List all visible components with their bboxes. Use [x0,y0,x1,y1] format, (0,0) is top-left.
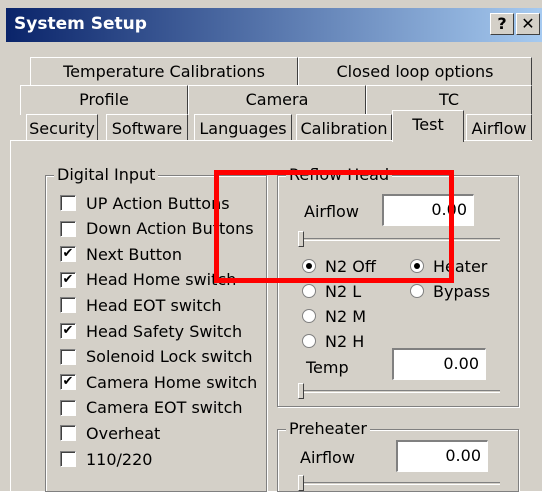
checkbox[interactable] [60,195,76,211]
radio-button[interactable] [302,309,316,323]
checkbox-label: Solenoid Lock switch [86,347,253,367]
radio-label: N2 M [325,306,367,326]
digital-input-group: Digital Input UP Action Buttons Down Acti… [45,165,267,492]
digital-input-item[interactable]: UP Action Buttons [60,192,230,214]
checked-checkbox[interactable]: ✔ [60,374,76,391]
digital-input-item[interactable]: ✔ Head Home switch [60,269,236,291]
radio-label: Heater [433,256,488,276]
radio-button[interactable] [410,259,424,273]
digital-input-item[interactable]: ✔ Camera Home switch [60,371,257,393]
tab-test[interactable]: Test [392,110,464,142]
digital-input-item[interactable]: Overheat [60,422,160,444]
preheater-airflow-slider-track [298,482,500,485]
reflow-temp-label: Temp [306,358,349,377]
digital-input-item[interactable]: ✔ Head Safety Switch [60,320,242,342]
digital-input-item[interactable]: Down Action Buttons [60,218,254,240]
checkbox[interactable] [60,425,76,442]
title-bar: System Setup ? ✕ [6,8,542,42]
preheater-airflow-label: Airflow [300,448,355,467]
digital-input-item[interactable]: Camera EOT switch [60,397,243,419]
checked-checkbox[interactable]: ✔ [60,323,76,339]
digital-input-item[interactable]: ✔ Next Button [60,243,182,265]
checkbox-label: Overheat [86,423,161,443]
reflow-airflow-label: Airflow [304,202,359,221]
tab-closed-loop-options[interactable]: Closed loop options [298,57,532,87]
reflow-airflow-slider-track [298,238,500,241]
system-setup-window: System Setup ? ✕ Temperature Calibration… [0,0,542,492]
checkbox[interactable] [60,297,76,314]
radio-button[interactable] [302,259,316,273]
checkbox[interactable] [60,399,76,416]
preheater-airflow-field[interactable]: 0.00 [396,440,488,472]
checkbox-label: Next Button [86,244,182,264]
n2-radio-option[interactable]: N2 Off [302,255,376,277]
window-title: System Setup [14,14,147,34]
reflow-head-group: Reflow Head Airflow 0.00 N2 Off N2 L N2 M N… [277,165,519,407]
reflow-temp-field[interactable]: 0.00 [392,348,486,380]
reflow-temp-slider-track [298,390,500,393]
checkbox-label: Camera EOT switch [86,398,243,418]
digital-input-item[interactable]: Head EOT switch [60,294,222,316]
reflow-head-title: Reflow Head [286,165,393,184]
close-button[interactable]: ✕ [516,13,540,35]
checkbox-label: Head Safety Switch [86,321,243,341]
reflow-temp-slider-thumb[interactable] [298,383,304,399]
test-tab-panel: Digital Input UP Action Buttons Down Acti… [10,140,532,492]
radio-button[interactable] [410,284,424,298]
reflow-airflow-slider-thumb[interactable] [298,231,304,247]
checkbox-label: Camera Home switch [86,372,258,392]
reflow-airflow-field[interactable]: 0.00 [382,194,474,226]
n2-radio-option[interactable]: N2 H [302,330,364,352]
help-button[interactable]: ? [490,13,514,35]
mode-radio-option[interactable]: Bypass [410,280,490,302]
radio-button[interactable] [302,334,316,348]
checkbox-label: Down Action Buttons [86,219,254,239]
preheater-title: Preheater [286,419,370,438]
checkbox[interactable] [60,220,76,237]
n2-radio-option[interactable]: N2 M [302,305,366,327]
tab-temperature-calibrations[interactable]: Temperature Calibrations [30,57,298,87]
digital-input-item[interactable]: Solenoid Lock switch [60,346,253,368]
checked-checkbox[interactable]: ✔ [60,246,76,263]
checkbox-label: Head EOT switch [86,295,222,315]
checkbox[interactable] [60,348,76,365]
tab-profile[interactable]: Profile [20,85,188,115]
preheater-group: Preheater Airflow 0.00 [277,419,519,492]
preheater-airflow-slider-thumb[interactable] [298,475,304,491]
mode-radio-option[interactable]: Heater [410,255,487,277]
checkbox-label: Head Home switch [86,270,237,290]
radio-button[interactable] [302,284,316,298]
digital-input-item[interactable]: 110/220 [60,448,152,470]
checkbox-label: UP Action Buttons [86,193,230,213]
checked-checkbox[interactable]: ✔ [60,271,76,288]
tab-camera[interactable]: Camera [188,85,366,115]
digital-input-title: Digital Input [54,165,159,184]
radio-label: N2 L [325,281,362,301]
checkbox[interactable] [60,451,76,467]
checkbox-label: 110/220 [86,449,153,469]
radio-label: N2 H [325,331,365,351]
n2-radio-option[interactable]: N2 L [302,280,361,302]
radio-label: Bypass [433,281,491,301]
radio-label: N2 Off [325,256,376,276]
